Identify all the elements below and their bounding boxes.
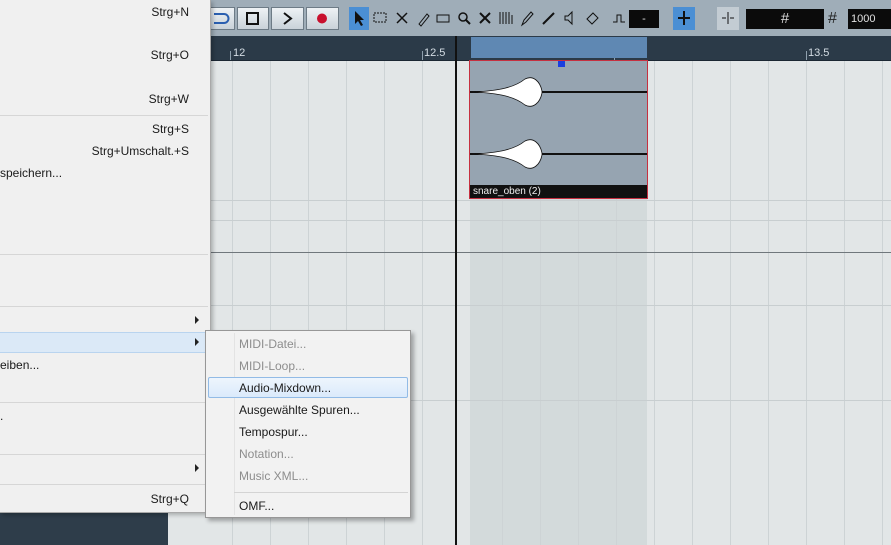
range-select-icon: [373, 12, 387, 23]
stop-button[interactable]: [237, 7, 269, 30]
loop-range[interactable]: [471, 37, 647, 58]
submenu-arrow-icon: [195, 316, 199, 324]
snap-zero-button[interactable]: [717, 7, 739, 30]
record-button[interactable]: [306, 7, 339, 30]
grid-line: [654, 60, 655, 545]
snap-zero-icon: [722, 12, 734, 24]
export-submenu: MIDI-Datei... MIDI-Loop... Audio-Mixdown…: [205, 330, 411, 518]
menu-item-export[interactable]: [0, 332, 208, 353]
menu-separator: [234, 492, 408, 493]
line-icon: [542, 12, 555, 25]
submenu-arrow-icon: [195, 338, 199, 346]
menu-gutter: [234, 333, 235, 515]
menu-separator: [0, 454, 208, 455]
submenu-item-midi-loop[interactable]: MIDI-Loop...: [239, 359, 305, 373]
menu-item-write[interactable]: eiben...: [0, 358, 39, 372]
submenu-arrow-icon: [195, 464, 199, 472]
play-icon: [283, 12, 293, 25]
stop-icon: [246, 12, 259, 25]
grid-line: [844, 60, 845, 545]
menu-separator: [0, 254, 208, 255]
event-name: snare_oben (2): [473, 186, 541, 197]
eraser-icon: [436, 14, 450, 23]
submenu-item-music-xml[interactable]: Music XML...: [239, 469, 308, 483]
play-tool[interactable]: [561, 7, 581, 30]
grid-line: [422, 60, 423, 545]
menu-item-save-as-template[interactable]: speichern...: [0, 166, 62, 180]
menu-shortcut-save-as[interactable]: Strg+Umschalt.+S: [92, 144, 189, 158]
menu-separator: [0, 402, 208, 403]
scissors-icon: [396, 12, 408, 24]
record-icon: [317, 13, 327, 24]
quantize-icon: #: [828, 10, 837, 27]
file-menu: Strg+N Strg+O Strg+W Strg+S Strg+Umschal…: [0, 0, 211, 513]
event-name-bar: snare_oben (2): [470, 185, 647, 198]
submenu-item-selected-tracks[interactable]: Ausgewählte Spuren...: [239, 403, 360, 417]
paint-bucket-icon: [586, 12, 599, 25]
menu-shortcut-save[interactable]: Strg+S: [152, 122, 189, 136]
ruler-tick: [230, 51, 231, 60]
submenu-item-notation[interactable]: Notation...: [239, 447, 294, 461]
grid-line: [692, 60, 693, 545]
time-warp-tool[interactable]: [496, 7, 516, 30]
split-tool[interactable]: [392, 7, 412, 30]
menu-separator: [0, 484, 208, 485]
snap-type-select[interactable]: -: [629, 10, 659, 28]
speaker-icon: [564, 10, 573, 26]
x-icon: [479, 12, 491, 24]
object-selection-tool[interactable]: [349, 7, 369, 30]
grid-line: [806, 60, 807, 545]
play-button[interactable]: [271, 7, 304, 30]
autoscroll-icon: [678, 11, 690, 25]
line-tool[interactable]: [539, 7, 559, 30]
grid-line: [768, 60, 769, 545]
autoscroll-button[interactable]: [673, 7, 695, 30]
menu-shortcut-quit[interactable]: Strg+Q: [151, 492, 189, 506]
draw-tool[interactable]: [517, 7, 537, 30]
color-tool[interactable]: [582, 7, 602, 30]
menu-separator: [0, 306, 208, 307]
pencil-icon: [520, 11, 534, 27]
project-cursor[interactable]: [455, 36, 457, 545]
track-line: [210, 220, 891, 221]
menu-shortcut-open[interactable]: Strg+O: [151, 48, 189, 62]
glue-icon: [418, 13, 430, 27]
range-selection-tool[interactable]: [370, 7, 390, 30]
ruler-tick: [806, 51, 807, 60]
snap-icon[interactable]: [612, 12, 626, 31]
zoom-tool[interactable]: [454, 7, 474, 30]
track-line: [210, 200, 891, 201]
track-line: [210, 305, 891, 306]
glue-tool[interactable]: [413, 7, 433, 30]
mute-tool[interactable]: [475, 7, 495, 30]
submenu-item-tempo-track[interactable]: Tempospur...: [239, 425, 308, 439]
menu-separator: [0, 115, 208, 116]
magnifier-icon: [458, 12, 471, 25]
grid-type-display[interactable]: #: [746, 9, 824, 29]
erase-tool[interactable]: [433, 7, 453, 30]
time-warp-icon: [499, 12, 513, 24]
inspector-panel: [0, 510, 168, 545]
ruler-label: 12: [233, 47, 246, 59]
ruler-label: 12.5: [424, 47, 446, 59]
grid-line: [730, 60, 731, 545]
quantize-value-display[interactable]: 1000 ms: [848, 9, 891, 45]
ruler-tick: [422, 51, 423, 60]
arrow-pointer-icon: [355, 11, 364, 26]
menu-shortcut-new[interactable]: Strg+N: [151, 5, 189, 19]
menu-shortcut-close[interactable]: Strg+W: [149, 92, 189, 106]
submenu-item-omf[interactable]: OMF...: [239, 499, 274, 513]
waveform-icon: [471, 77, 543, 107]
submenu-item-midi-file[interactable]: MIDI-Datei...: [239, 337, 306, 351]
volume-handle[interactable]: [558, 61, 565, 67]
ruler-label: 13.5: [808, 47, 830, 59]
grid-line: [882, 60, 883, 545]
menu-item-fragment[interactable]: .: [0, 409, 3, 423]
waveform-icon: [471, 139, 543, 169]
track-separator: [210, 252, 891, 253]
submenu-item-audio-mixdown[interactable]: Audio-Mixdown...: [239, 381, 331, 395]
audio-event[interactable]: snare_oben (2): [469, 60, 648, 199]
